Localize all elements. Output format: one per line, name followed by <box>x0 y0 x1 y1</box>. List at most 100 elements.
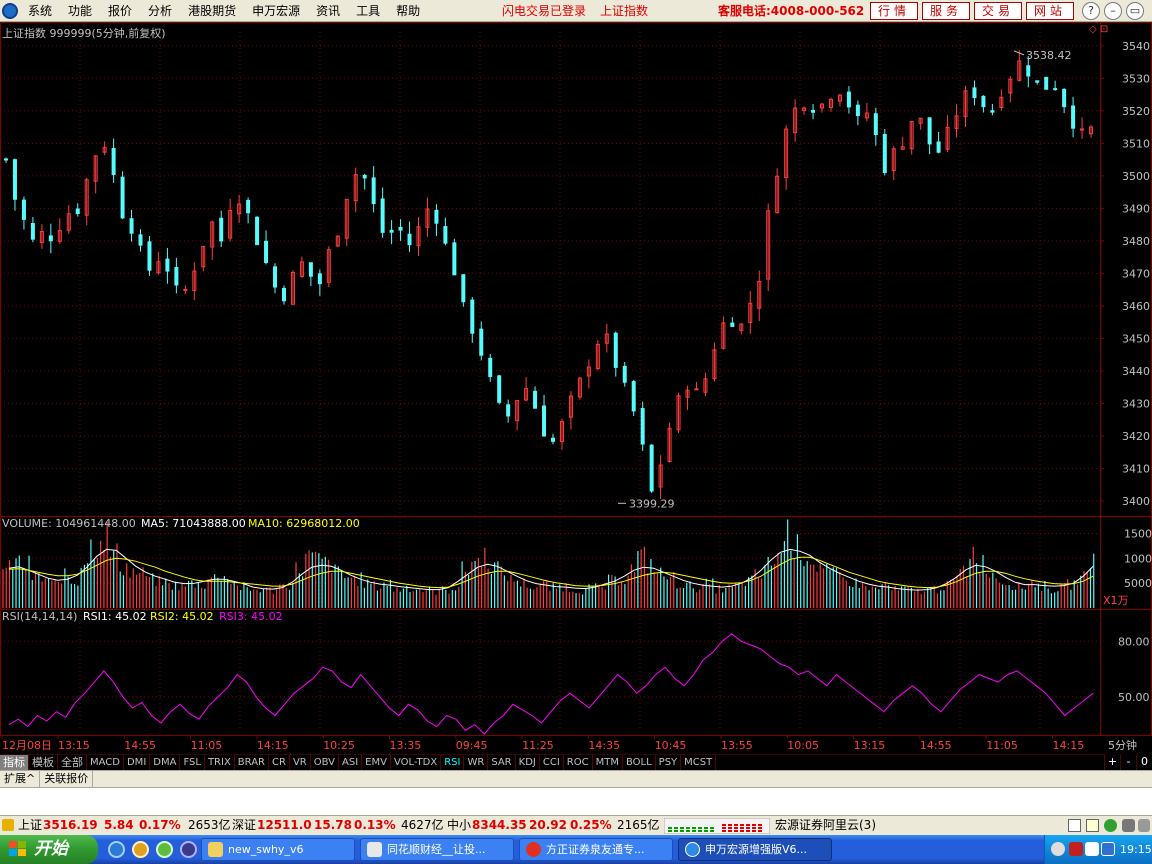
lock-icon[interactable] <box>1122 819 1135 832</box>
menu-item-2[interactable]: 报价 <box>100 0 140 22</box>
tab-cr[interactable]: CR <box>269 755 290 770</box>
tab-boll[interactable]: BOLL <box>623 755 656 770</box>
tab-trix[interactable]: TRIX <box>205 755 235 770</box>
server-name[interactable]: 宏源证券阿里云(3) <box>775 816 876 835</box>
tab-roc[interactable]: ROC <box>564 755 593 770</box>
tab-kdj[interactable]: KDJ <box>516 755 540 770</box>
time-axis-label: 14:55 <box>920 739 952 752</box>
menu-item-5[interactable]: 申万宏源 <box>244 0 308 22</box>
window-icon[interactable] <box>1068 819 1081 832</box>
menu-item-4[interactable]: 港股期货 <box>180 0 244 22</box>
chart-area[interactable]: 3400 3410 3420 3430 3440 3450 3460 3470 3480 3490… <box>0 22 1152 754</box>
tab-brar[interactable]: BRAR <box>235 755 269 770</box>
tab-fsl[interactable]: FSL <box>180 755 205 770</box>
app-logo-icon[interactable] <box>2 3 18 19</box>
price-tick-label: 3410 <box>1122 462 1150 475</box>
chart-options-icon[interactable]: ◇ ⊡ <box>1089 24 1108 35</box>
tab-mcst[interactable]: MCST <box>681 755 717 770</box>
media-icon[interactable] <box>132 841 149 858</box>
time-axis-label: 11:25 <box>522 739 554 752</box>
website-link-button[interactable]: 网站 <box>1026 2 1074 20</box>
tab-mtm[interactable]: MTM <box>593 755 623 770</box>
menu-item-3[interactable]: 分析 <box>140 0 180 22</box>
candle-body <box>640 408 645 445</box>
tab-related-quotes[interactable]: 关联报价 <box>40 771 94 788</box>
zoom-out-button[interactable]: - <box>1120 754 1136 770</box>
menu-item-1[interactable]: 功能 <box>60 0 100 22</box>
candle-body <box>48 235 53 242</box>
rsi-label: RSI(14,14,14) <box>2 610 78 623</box>
memo-icon[interactable] <box>1086 819 1099 832</box>
service-link-button[interactable]: 服务 <box>922 2 970 20</box>
tab-vr[interactable]: VR <box>290 755 311 770</box>
ie-icon[interactable] <box>108 841 125 858</box>
price-tick-label: 3480 <box>1122 235 1150 248</box>
candle-body <box>398 226 403 231</box>
menu-item-0[interactable]: 系统 <box>20 0 60 22</box>
app-window-icon <box>367 842 382 857</box>
menu-item-7[interactable]: 工具 <box>348 0 388 22</box>
menu-item-6[interactable]: 资讯 <box>308 0 348 22</box>
tab-指标[interactable]: 指标 <box>0 755 29 770</box>
tab-psy[interactable]: PSY <box>656 755 682 770</box>
tab-extend[interactable]: 扩展^ <box>0 771 41 788</box>
settings-icon[interactable] <box>1138 819 1150 832</box>
candle-body <box>273 266 278 288</box>
tab-rsi[interactable]: RSI <box>441 755 465 770</box>
desktop-icon[interactable] <box>180 841 197 858</box>
price-tick-label: 3520 <box>1122 105 1150 118</box>
menu-item-8[interactable]: 帮助 <box>388 0 428 22</box>
tab-dma[interactable]: DMA <box>150 755 181 770</box>
candle-body <box>542 405 547 437</box>
price-tick-label: 3470 <box>1122 267 1150 280</box>
tray-shield-icon[interactable] <box>1085 842 1099 856</box>
candle-body <box>488 357 493 378</box>
tray-arrow-icon[interactable] <box>1051 842 1065 856</box>
candle-body <box>129 218 134 234</box>
tab-全部[interactable]: 全部 <box>58 755 87 770</box>
browser-icon[interactable] <box>156 841 173 858</box>
tab-emv[interactable]: EMV <box>362 755 391 770</box>
tab-obv[interactable]: OBV <box>311 755 339 770</box>
tab-controls: + - 0 <box>1104 754 1152 770</box>
tab-sar[interactable]: SAR <box>488 755 516 770</box>
windows-logo-icon <box>9 841 26 856</box>
candle-body <box>622 365 627 383</box>
start-button[interactable]: 开始 <box>0 835 98 864</box>
zoom-in-button[interactable]: + <box>1104 754 1120 770</box>
trade-link-button[interactable]: 交易 <box>974 2 1022 20</box>
reset-button[interactable]: 0 <box>1136 754 1152 770</box>
candle-body <box>855 104 860 117</box>
alert-icon[interactable] <box>2 819 14 831</box>
kline-chart[interactable]: 3400 3410 3420 3430 3440 3450 3460 3470 3480 3490… <box>0 22 1152 754</box>
windows-taskbar: 开始 new_swhy_v6 同花顺财经__让投... 方正证券泉友通专... … <box>0 835 1152 864</box>
candle-body <box>317 273 322 285</box>
time-axis-label: 13:35 <box>390 739 422 752</box>
help-icon[interactable]: ? <box>1082 2 1100 20</box>
task-fangzheng[interactable]: 方正证券泉友通专... <box>519 838 673 861</box>
volume-tick-label: 10000 <box>1124 552 1152 565</box>
task-tonghuashun[interactable]: 同花顺财经__让投... <box>360 838 514 861</box>
task-new-swhy[interactable]: new_swhy_v6 <box>201 838 355 861</box>
tab-asi[interactable]: ASI <box>339 755 363 770</box>
tab-wr[interactable]: WR <box>464 755 489 770</box>
zx-label: 中小 <box>447 818 472 832</box>
restore-icon[interactable]: ▭ <box>1126 2 1144 20</box>
sh-change: 5.84 <box>104 818 134 832</box>
tab-dmi[interactable]: DMI <box>124 755 151 770</box>
task-shenwan[interactable]: 申万宏源增强版V6... <box>678 838 832 861</box>
candle-body <box>12 159 17 200</box>
tab-macd[interactable]: MACD <box>87 755 124 770</box>
tab-cci[interactable]: CCI <box>540 755 564 770</box>
tray-flag-icon[interactable] <box>1069 842 1083 856</box>
tray-security-icon[interactable] <box>1101 842 1115 856</box>
period-label[interactable]: 5分钟 <box>1108 737 1137 753</box>
tab-vol-tdx[interactable]: VOL-TDX <box>391 755 442 770</box>
candle-body <box>1053 88 1058 91</box>
price-tick-label: 3490 <box>1122 202 1150 215</box>
signal-icon[interactable] <box>1104 819 1117 832</box>
minimize-icon[interactable]: – <box>1104 2 1122 20</box>
tab-模板[interactable]: 模板 <box>29 755 58 770</box>
time-axis-label: 10:45 <box>655 739 687 752</box>
quotes-link-button[interactable]: 行情 <box>870 2 918 20</box>
